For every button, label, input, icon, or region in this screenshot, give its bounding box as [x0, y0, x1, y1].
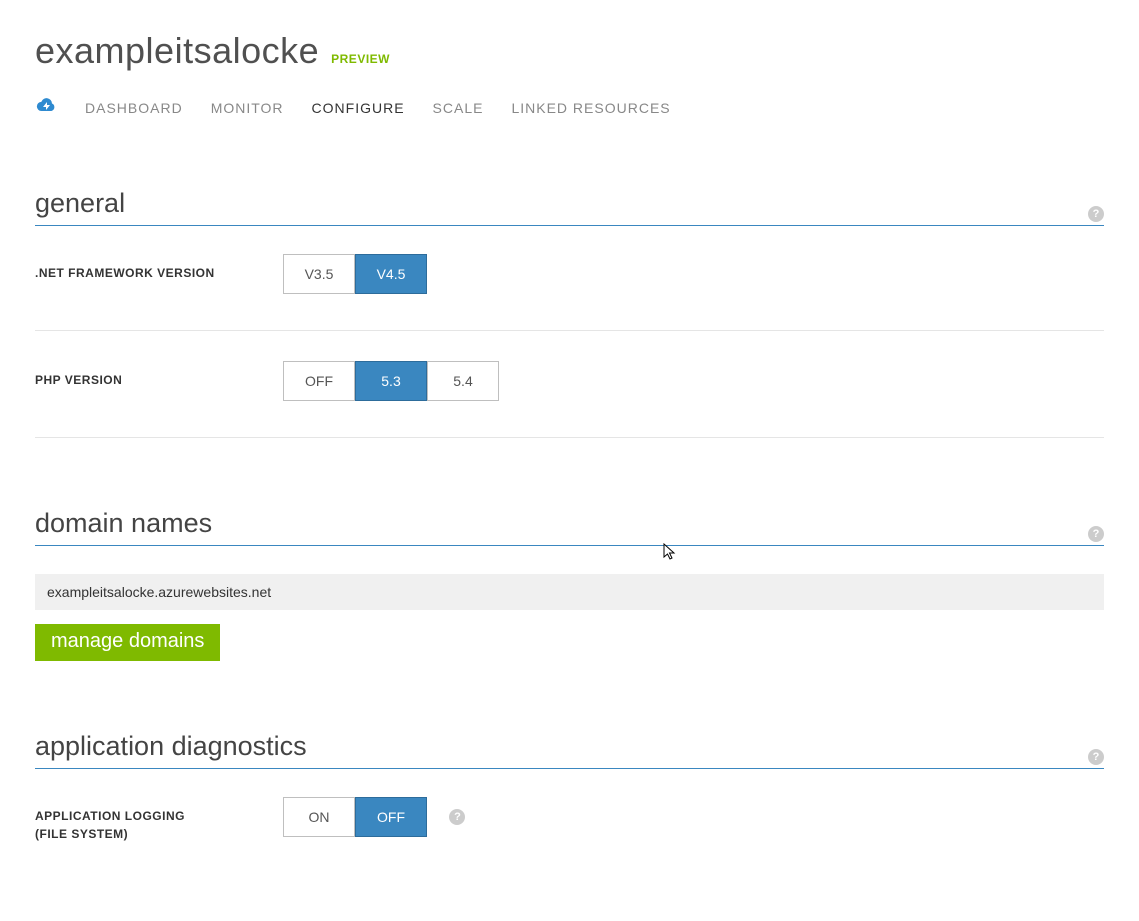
setting-php: PHP VERSION OFF 5.3 5.4 — [35, 361, 1104, 437]
app-logging-label: APPLICATION LOGGING (FILE SYSTEM) — [35, 797, 283, 843]
cloud-icon — [35, 97, 57, 118]
setting-net-framework: .NET FRAMEWORK VERSION V3.5 V4.5 — [35, 254, 1104, 330]
section-rule — [35, 768, 1104, 769]
php-53-button[interactable]: 5.3 — [355, 361, 427, 401]
help-icon[interactable]: ? — [1088, 749, 1104, 765]
app-logging-label-line1: APPLICATION LOGGING — [35, 809, 185, 823]
php-54-button[interactable]: 5.4 — [427, 361, 499, 401]
net-framework-toggle: V3.5 V4.5 — [283, 254, 427, 294]
setting-divider — [35, 330, 1104, 331]
page-header: exampleitsalocke PREVIEW — [35, 30, 1104, 72]
tab-monitor[interactable]: MONITOR — [211, 100, 284, 116]
php-label: PHP VERSION — [35, 361, 283, 389]
net-v45-button[interactable]: V4.5 — [355, 254, 427, 294]
help-icon[interactable]: ? — [449, 809, 465, 825]
help-icon[interactable]: ? — [1088, 206, 1104, 222]
tab-scale[interactable]: SCALE — [433, 100, 484, 116]
domain-entry: exampleitsalocke.azurewebsites.net — [35, 574, 1104, 610]
net-framework-label: .NET FRAMEWORK VERSION — [35, 254, 283, 282]
app-logging-off-button[interactable]: OFF — [355, 797, 427, 837]
section-heading-general: general — [35, 188, 1104, 219]
setting-app-logging: APPLICATION LOGGING (FILE SYSTEM) ON OFF… — [35, 797, 1104, 843]
page-title: exampleitsalocke — [35, 30, 319, 72]
setting-divider — [35, 437, 1104, 438]
tabs: DASHBOARD MONITOR CONFIGURE SCALE LINKED… — [35, 97, 1104, 118]
tab-linked-resources[interactable]: LINKED RESOURCES — [511, 100, 670, 116]
section-general: general ? .NET FRAMEWORK VERSION V3.5 V4… — [35, 188, 1104, 438]
php-off-button[interactable]: OFF — [283, 361, 355, 401]
tab-dashboard[interactable]: DASHBOARD — [85, 100, 183, 116]
section-diagnostics: application diagnostics ? APPLICATION LO… — [35, 731, 1104, 843]
section-rule — [35, 545, 1104, 546]
php-toggle: OFF 5.3 5.4 — [283, 361, 499, 401]
app-logging-label-line2: (FILE SYSTEM) — [35, 827, 128, 841]
section-heading-domains: domain names — [35, 508, 1104, 539]
tab-configure[interactable]: CONFIGURE — [312, 100, 405, 116]
net-v35-button[interactable]: V3.5 — [283, 254, 355, 294]
preview-badge: PREVIEW — [331, 52, 390, 66]
app-logging-controls: ON OFF ? — [283, 797, 465, 837]
section-rule — [35, 225, 1104, 226]
app-logging-on-button[interactable]: ON — [283, 797, 355, 837]
help-icon[interactable]: ? — [1088, 526, 1104, 542]
section-heading-diagnostics: application diagnostics — [35, 731, 1104, 762]
manage-domains-button[interactable]: manage domains — [35, 624, 220, 661]
section-domain-names: domain names ? exampleitsalocke.azureweb… — [35, 508, 1104, 661]
app-logging-toggle: ON OFF — [283, 797, 427, 837]
